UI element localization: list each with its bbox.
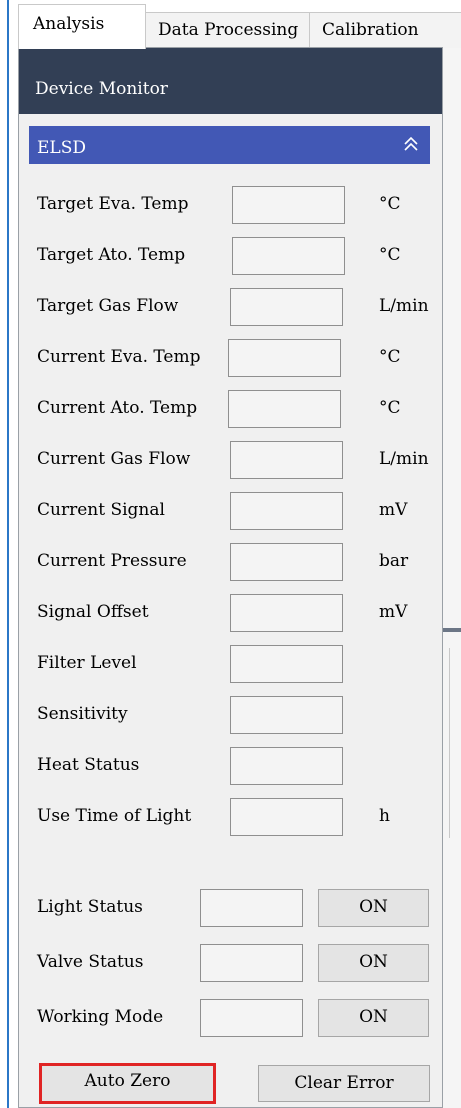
- monitor-unit: bar: [379, 551, 409, 571]
- monitor-row-label: Heat Status: [37, 755, 140, 775]
- monitor-value-field: [230, 594, 343, 632]
- monitor-row: Filter Level: [37, 645, 437, 685]
- monitor-row: Sensitivity: [37, 696, 437, 736]
- monitor-row: Signal Offset mV: [37, 594, 437, 634]
- monitor-row-label: Target Eva. Temp: [37, 194, 189, 214]
- monitor-row: Current Pressure bar: [37, 543, 437, 583]
- monitor-row: Target Gas Flow L/min: [37, 288, 437, 328]
- status-row-label: Valve Status: [37, 952, 144, 972]
- clear-error-button[interactable]: Clear Error: [258, 1065, 430, 1102]
- monitor-row: Current Gas Flow L/min: [37, 441, 437, 481]
- monitor-unit: mV: [379, 500, 408, 520]
- monitor-unit: L/min: [379, 449, 429, 469]
- monitor-row: Use Time of Light h: [37, 798, 437, 838]
- monitor-unit: °C: [379, 398, 401, 418]
- monitor-row-label: Current Eva. Temp: [37, 347, 201, 367]
- right-panel-edge: [443, 48, 461, 1108]
- monitor-row: Heat Status: [37, 747, 437, 787]
- status-row-label: Working Mode: [37, 1007, 164, 1027]
- status-toggle-button[interactable]: ON: [318, 999, 429, 1037]
- monitor-unit: h: [379, 806, 390, 826]
- status-row: Working Mode ON: [37, 999, 437, 1039]
- monitor-row-label: Target Ato. Temp: [37, 245, 186, 265]
- chevron-double-up-icon[interactable]: [402, 135, 420, 153]
- tab-calibration[interactable]: Calibration: [309, 12, 461, 48]
- monitor-value-field: [230, 492, 343, 530]
- monitor-row-label: Filter Level: [37, 653, 137, 673]
- monitor-row-label: Current Pressure: [37, 551, 187, 571]
- monitor-unit: °C: [379, 347, 401, 367]
- monitor-unit: °C: [379, 245, 401, 265]
- monitor-value-field: [230, 696, 343, 734]
- monitor-row-label: Current Signal: [37, 500, 165, 520]
- monitor-value-field: [232, 237, 345, 275]
- monitor-value-field: [228, 390, 341, 428]
- monitor-unit: °C: [379, 194, 401, 214]
- monitor-unit: mV: [379, 602, 408, 622]
- monitor-value-field: [230, 288, 343, 326]
- monitor-row-label: Current Gas Flow: [37, 449, 191, 469]
- monitor-value-field: [230, 543, 343, 581]
- monitor-row: Current Ato. Temp °C: [37, 390, 437, 430]
- elsd-section-header[interactable]: ELSD: [29, 126, 430, 164]
- monitor-row-label: Sensitivity: [37, 704, 128, 724]
- status-row-label: Light Status: [37, 897, 143, 917]
- status-value-field: [200, 889, 303, 927]
- status-row: Valve Status ON: [37, 944, 437, 984]
- monitor-row-label: Use Time of Light: [37, 806, 192, 826]
- tab-strip: Analysis Data Processing Calibration: [18, 2, 461, 49]
- panel-title: Device Monitor: [19, 48, 442, 114]
- device-monitor-panel: Device Monitor ELSD Target Eva. Temp °C Ta…: [18, 47, 443, 1108]
- status-toggle-button[interactable]: ON: [318, 944, 429, 982]
- status-value-field: [200, 944, 303, 982]
- monitor-value-field: [230, 441, 343, 479]
- monitor-value-field: [228, 339, 341, 377]
- auto-zero-button[interactable]: Auto Zero: [39, 1063, 216, 1104]
- window-left-border: [0, 0, 9, 1108]
- monitor-value-field: [230, 798, 343, 836]
- monitor-value-field: [230, 747, 343, 785]
- monitor-row-label: Signal Offset: [37, 602, 149, 622]
- monitor-row: Target Ato. Temp °C: [37, 237, 437, 277]
- section-title: ELSD: [37, 138, 86, 158]
- status-row: Light Status ON: [37, 889, 437, 929]
- monitor-value-field: [230, 645, 343, 683]
- monitor-row: Target Eva. Temp °C: [37, 186, 437, 226]
- monitor-value-field: [232, 186, 345, 224]
- monitor-unit: L/min: [379, 296, 429, 316]
- status-value-field: [200, 999, 303, 1037]
- monitor-row: Current Eva. Temp °C: [37, 339, 437, 379]
- monitor-row-label: Target Gas Flow: [37, 296, 179, 316]
- tab-data-processing[interactable]: Data Processing: [145, 12, 310, 48]
- status-toggle-button[interactable]: ON: [318, 889, 429, 927]
- tab-analysis[interactable]: Analysis: [18, 4, 146, 49]
- monitor-row-label: Current Ato. Temp: [37, 398, 198, 418]
- monitor-row: Current Signal mV: [37, 492, 437, 532]
